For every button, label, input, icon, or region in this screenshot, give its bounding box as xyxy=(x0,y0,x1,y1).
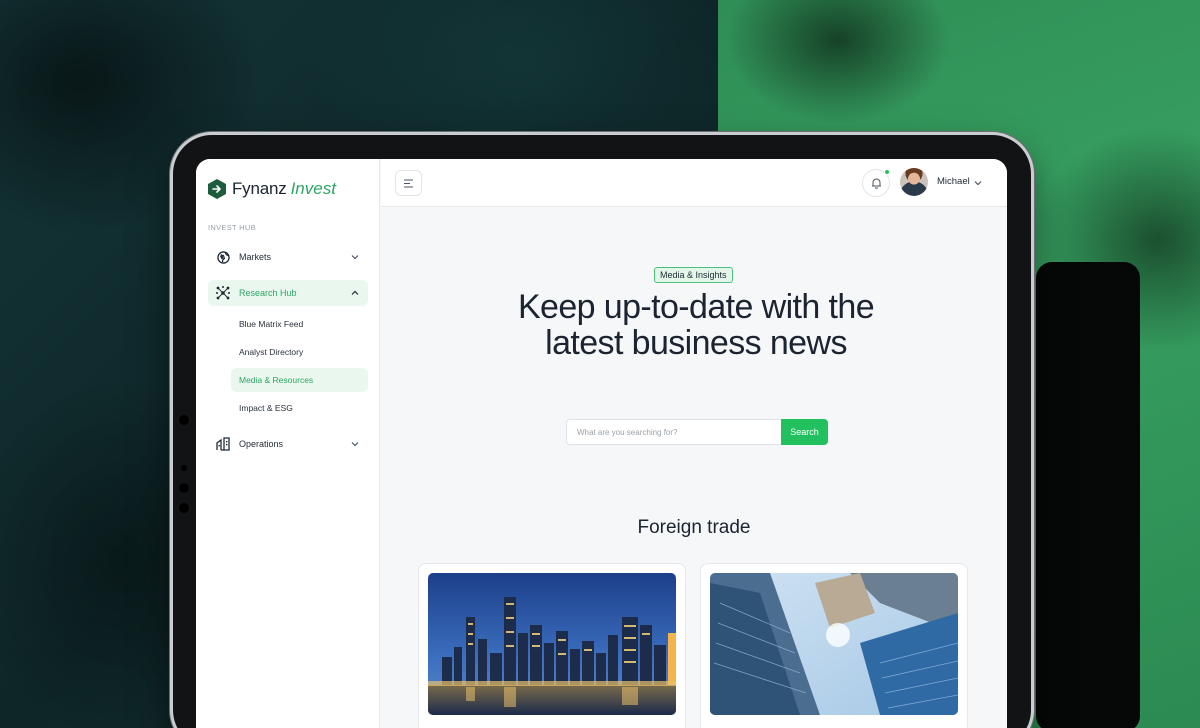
chevron-down-icon xyxy=(351,442,359,447)
main-content: Media & Insights Keep up-to-date with th… xyxy=(381,207,1007,728)
app-screen: Fynanz Invest INVEST HUB Markets Researc… xyxy=(196,159,1007,728)
menu-icon xyxy=(404,178,413,188)
brand-accent: Invest xyxy=(290,179,336,198)
page-title: Keep up-to-date with the latest business… xyxy=(517,288,875,362)
search-bar: Search xyxy=(566,419,828,445)
brand-logo[interactable]: Fynanz Invest xyxy=(208,179,336,199)
sidebar-item-markets[interactable]: Markets xyxy=(208,244,368,270)
top-bar: Michael xyxy=(381,159,1007,207)
bell-icon xyxy=(871,178,881,189)
category-badge: Media & Insights xyxy=(654,267,733,283)
search-input[interactable] xyxy=(566,419,781,445)
chevron-down-icon xyxy=(351,255,359,260)
article-image-city-skyline xyxy=(428,573,676,715)
background-shadow xyxy=(1036,262,1140,728)
article-card[interactable] xyxy=(700,563,968,728)
article-image-skyscrapers xyxy=(710,573,958,715)
buildings-icon xyxy=(216,437,230,451)
sidebar-item-research-hub[interactable]: Research Hub xyxy=(208,280,368,306)
nav-section-label: INVEST HUB xyxy=(208,223,256,232)
chevron-down-icon[interactable] xyxy=(973,178,983,188)
avatar[interactable] xyxy=(900,168,928,196)
sidebar-subitem-blue-matrix-feed[interactable]: Blue Matrix Feed xyxy=(231,312,368,336)
side-button xyxy=(179,415,189,425)
notifications-button[interactable] xyxy=(862,169,890,197)
side-button xyxy=(179,503,189,513)
sidebar: Fynanz Invest INVEST HUB Markets Researc… xyxy=(196,159,380,728)
globe-icon xyxy=(216,250,230,264)
brand-name: Fynanz xyxy=(232,179,287,198)
camera-dot xyxy=(181,465,187,471)
notification-dot xyxy=(884,169,890,175)
sidebar-subitem-impact-esg[interactable]: Impact & ESG xyxy=(231,396,368,420)
article-card[interactable] xyxy=(418,563,686,728)
search-button[interactable]: Search xyxy=(781,419,828,445)
sidebar-item-label: Research Hub xyxy=(239,288,297,298)
section-title: Foreign trade xyxy=(637,517,751,538)
chevron-up-icon xyxy=(351,290,359,295)
sidebar-subitem-analyst-directory[interactable]: Analyst Directory xyxy=(231,340,368,364)
sidebar-item-operations[interactable]: Operations xyxy=(208,431,368,457)
side-button xyxy=(179,483,189,493)
network-icon xyxy=(216,286,230,300)
sidebar-item-label: Operations xyxy=(239,439,284,449)
sidebar-subitem-media-resources[interactable]: Media & Resources xyxy=(231,368,368,392)
user-name[interactable]: Michael xyxy=(937,176,970,187)
brand-logo-icon xyxy=(208,179,226,199)
sidebar-item-label: Markets xyxy=(239,252,272,262)
menu-toggle-button[interactable] xyxy=(395,170,422,196)
